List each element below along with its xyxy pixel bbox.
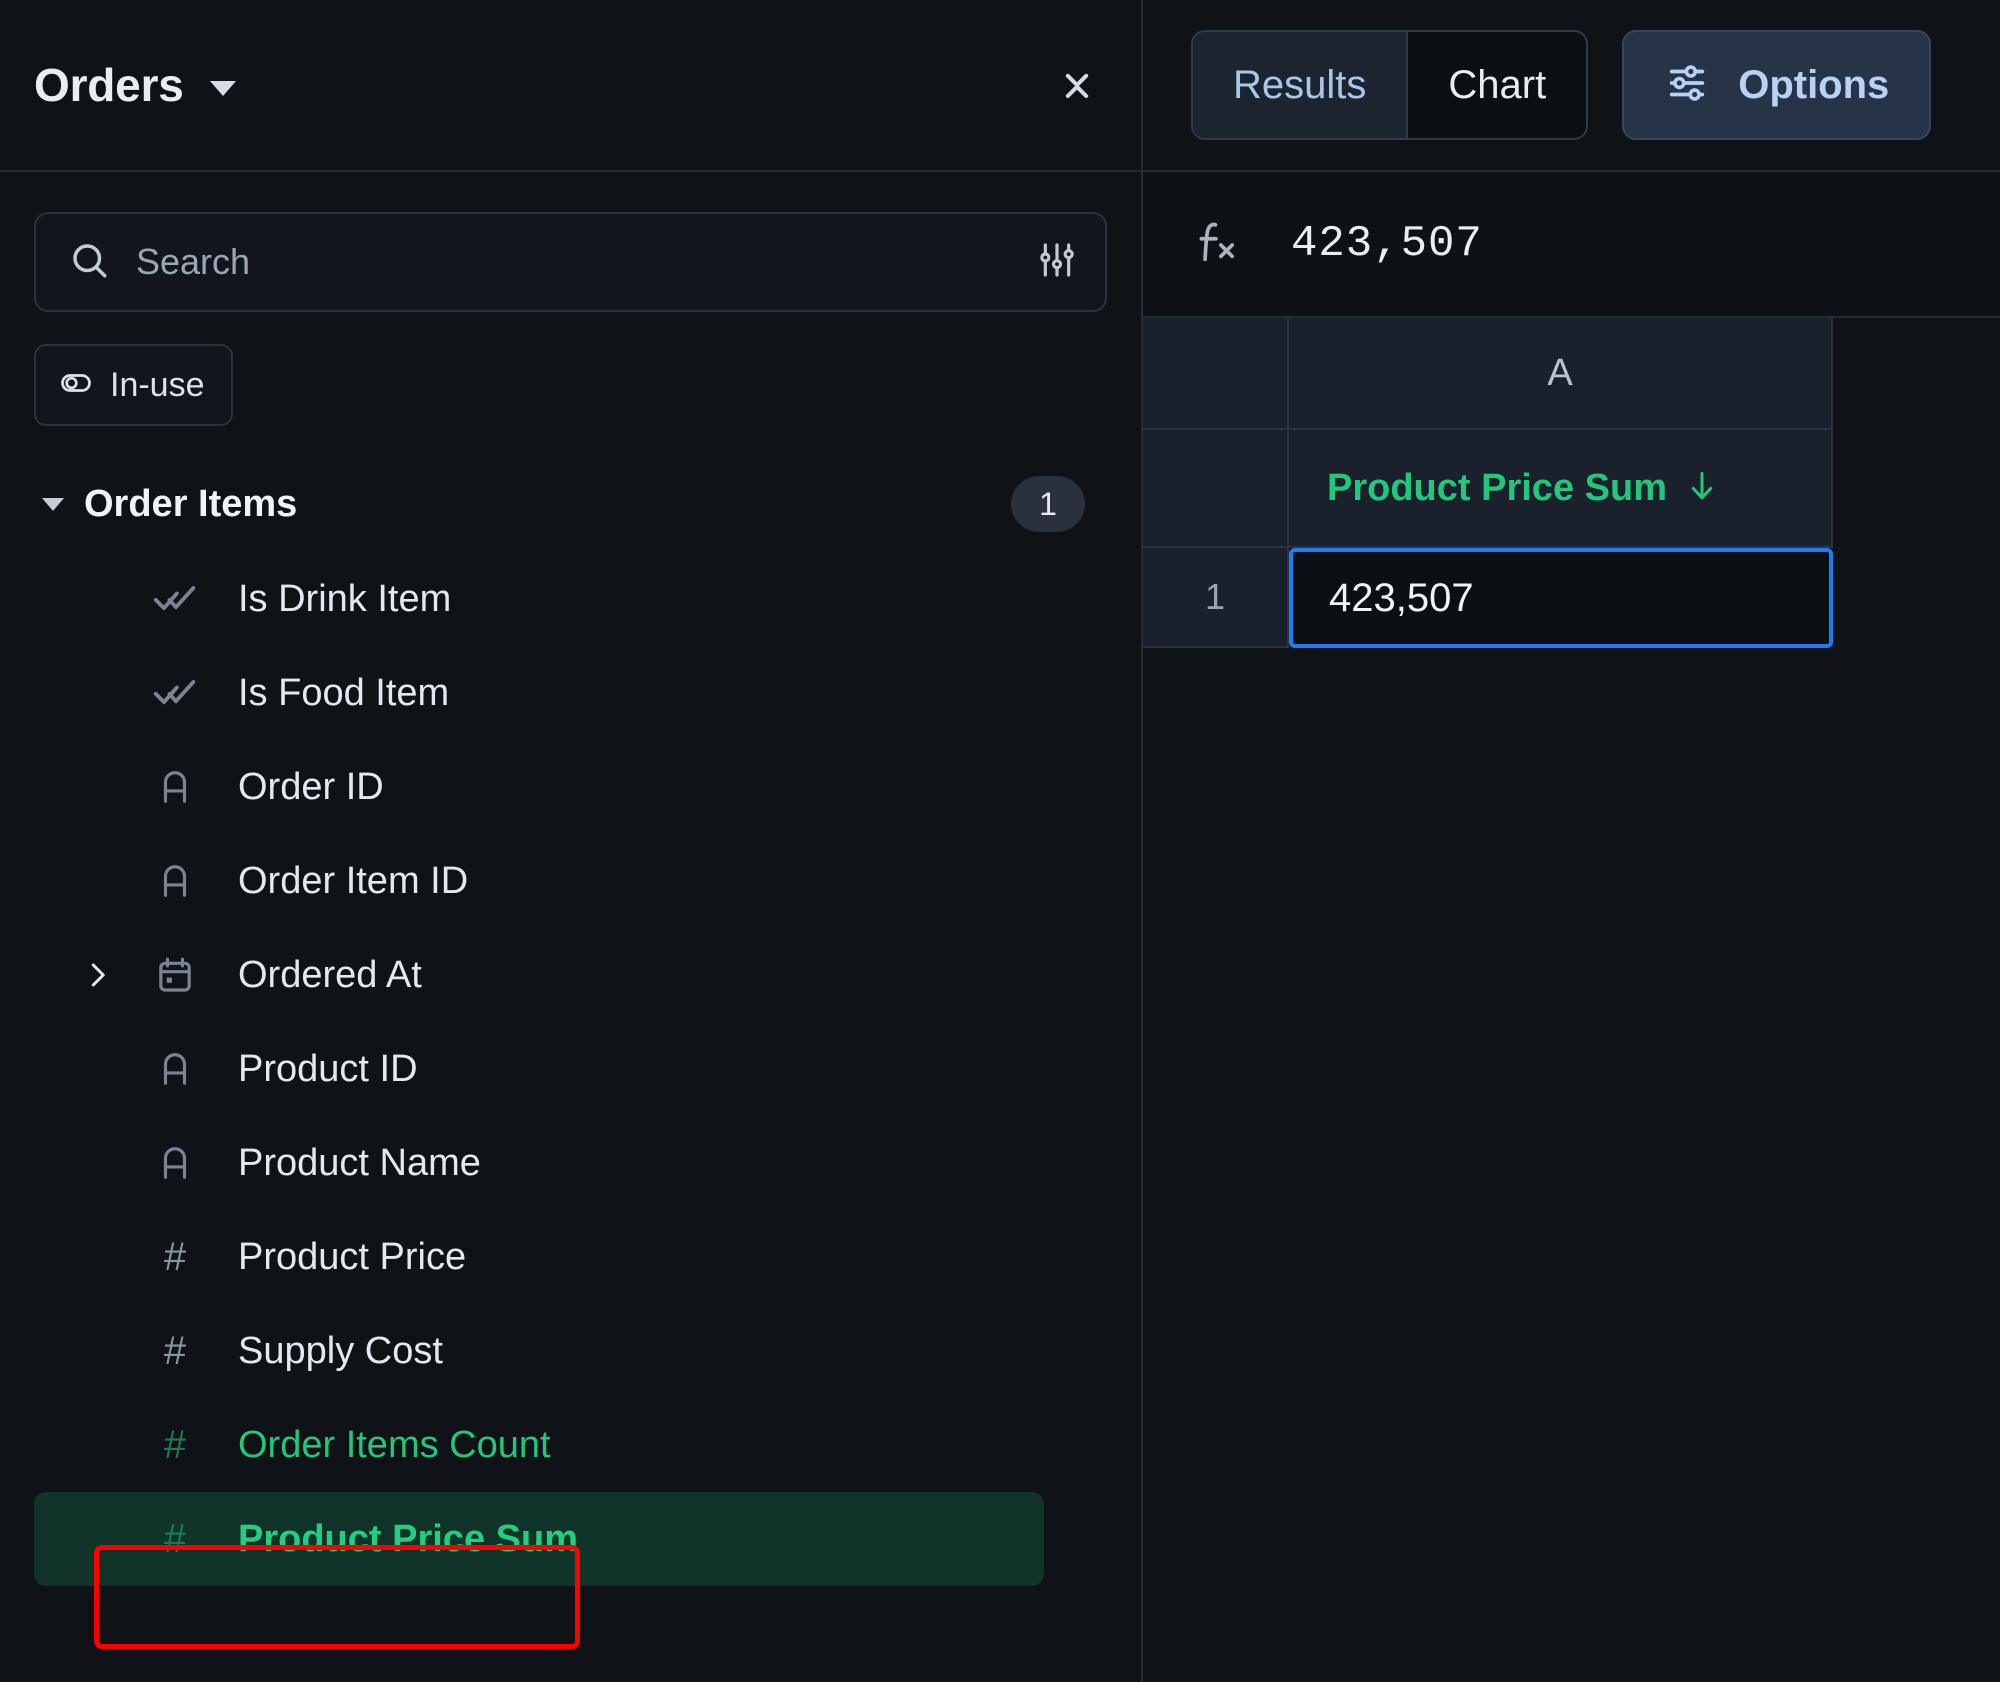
field-row-product-price-sum[interactable]: # Product Price Sum bbox=[34, 1492, 1044, 1586]
results-toolbar: Results Chart Options bbox=[1143, 0, 2000, 172]
results-panel: Results Chart Options 423,507 A Product … bbox=[1143, 0, 2000, 1682]
boolean-check-icon bbox=[152, 671, 198, 715]
options-button-label: Options bbox=[1738, 62, 1890, 107]
section-order-items: Order Items 1 Is Drink Item Is Food Item… bbox=[34, 472, 1107, 1586]
table-row: 1 423,507 bbox=[1143, 548, 2000, 648]
search-input[interactable] bbox=[136, 241, 1017, 283]
results-grid: A Product Price Sum 1 423,507 bbox=[1143, 318, 2000, 648]
field-label: Order Items Count bbox=[238, 1423, 551, 1466]
field-label: Product Price Sum bbox=[238, 1517, 578, 1560]
view-toggle-group: Results Chart bbox=[1191, 30, 1589, 140]
section-count-badge: 1 bbox=[1011, 476, 1085, 532]
field-label: Product Name bbox=[238, 1141, 481, 1184]
field-row-order-items-count[interactable]: # Order Items Count bbox=[34, 1398, 1107, 1492]
number-hash-icon: # bbox=[163, 1329, 187, 1373]
app-root: Orders Search In-use Order Items 1 Is Dr… bbox=[0, 0, 2000, 1682]
row-number[interactable]: 1 bbox=[1143, 548, 1289, 648]
number-hash-icon: # bbox=[163, 1517, 187, 1561]
field-row-is-food-item[interactable]: Is Food Item bbox=[34, 646, 1107, 740]
boolean-check-icon bbox=[152, 577, 198, 621]
sliders-icon bbox=[1664, 60, 1710, 111]
cell-a1[interactable]: 423,507 bbox=[1289, 548, 1833, 648]
field-label: Order ID bbox=[238, 765, 384, 808]
formula-value: 423,507 bbox=[1291, 219, 1483, 269]
sliders-icon[interactable] bbox=[1037, 240, 1077, 285]
search-icon bbox=[68, 239, 110, 286]
field-row-product-price[interactable]: # Product Price bbox=[34, 1210, 1107, 1304]
field-header-product-price-sum[interactable]: Product Price Sum bbox=[1289, 430, 1833, 548]
chevron-right-icon[interactable] bbox=[82, 960, 112, 990]
chevron-down-icon[interactable] bbox=[209, 80, 236, 96]
field-label: Product ID bbox=[238, 1047, 418, 1090]
in-use-chip[interactable]: In-use bbox=[34, 344, 233, 426]
field-label: Is Food Item bbox=[238, 671, 450, 714]
number-hash-icon: # bbox=[163, 1235, 187, 1279]
section-title: Order Items bbox=[84, 482, 298, 525]
grid-corner[interactable] bbox=[1143, 318, 1289, 430]
text-type-icon bbox=[152, 1050, 198, 1088]
fields-panel: Orders Search In-use Order Items 1 Is Dr… bbox=[0, 0, 1143, 1682]
column-letter-row: A bbox=[1143, 318, 2000, 430]
tab-results[interactable]: Results bbox=[1193, 32, 1407, 138]
field-label: Product Price bbox=[238, 1235, 467, 1278]
field-row-product-id[interactable]: Product ID bbox=[34, 1022, 1107, 1116]
field-row-is-drink-item[interactable]: Is Drink Item bbox=[34, 552, 1107, 646]
tab-chart[interactable]: Chart bbox=[1406, 32, 1587, 138]
panel-body: In-use Order Items 1 bbox=[0, 172, 1141, 1586]
field-label: Order Item ID bbox=[238, 859, 469, 902]
text-type-icon bbox=[152, 862, 198, 900]
search-box[interactable] bbox=[34, 212, 1107, 312]
formula-bar: 423,507 bbox=[1143, 172, 2000, 318]
field-list: Is Drink Item Is Food Item Order ID Orde… bbox=[34, 552, 1107, 1586]
field-label: Is Drink Item bbox=[238, 577, 452, 620]
section-header[interactable]: Order Items 1 bbox=[34, 472, 1107, 536]
text-type-icon bbox=[152, 1144, 198, 1182]
collapse-icon[interactable] bbox=[1051, 59, 1103, 111]
field-row-order-id[interactable]: Order ID bbox=[34, 740, 1107, 834]
text-type-icon bbox=[152, 768, 198, 806]
grid-corner-secondary bbox=[1143, 430, 1289, 548]
toggle-icon bbox=[58, 365, 94, 406]
field-label: Ordered At bbox=[238, 953, 422, 996]
field-row-supply-cost[interactable]: # Supply Cost bbox=[34, 1304, 1107, 1398]
field-header-label: Product Price Sum bbox=[1327, 466, 1667, 509]
field-row-ordered-at[interactable]: Ordered At bbox=[34, 928, 1107, 1022]
page-title: Orders bbox=[34, 59, 184, 111]
in-use-chip-label: In-use bbox=[110, 365, 205, 404]
fx-icon bbox=[1191, 216, 1243, 273]
column-header-a[interactable]: A bbox=[1289, 318, 1833, 430]
field-row-order-item-id[interactable]: Order Item ID bbox=[34, 834, 1107, 928]
options-button[interactable]: Options bbox=[1622, 30, 1932, 140]
caret-down-icon[interactable] bbox=[42, 497, 64, 511]
arrow-down-icon[interactable] bbox=[1683, 467, 1721, 510]
number-hash-icon: # bbox=[163, 1423, 187, 1467]
filter-chip-row: In-use bbox=[34, 344, 1107, 426]
field-row-product-name[interactable]: Product Name bbox=[34, 1116, 1107, 1210]
field-label: Supply Cost bbox=[238, 1329, 443, 1372]
field-header-row: Product Price Sum bbox=[1143, 430, 2000, 548]
calendar-icon bbox=[152, 955, 198, 995]
panel-header: Orders bbox=[0, 0, 1141, 172]
